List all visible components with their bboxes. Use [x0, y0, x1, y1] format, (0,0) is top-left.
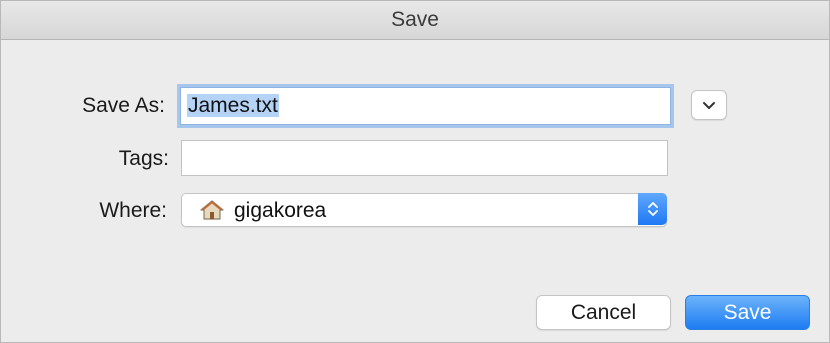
tags-field[interactable]: [181, 140, 668, 176]
where-label: Where:: [99, 199, 167, 222]
where-popup[interactable]: gigakorea: [181, 193, 667, 227]
where-value: gigakorea: [234, 199, 327, 222]
popup-stepper[interactable]: [638, 193, 667, 225]
up-down-arrows-icon: [647, 202, 658, 216]
save-as-selected-text: James.txt: [187, 94, 279, 117]
cancel-button[interactable]: Cancel: [536, 295, 671, 330]
chevron-down-icon: [703, 101, 715, 109]
save-as-field[interactable]: James.txt: [180, 87, 671, 125]
dialog-title: Save: [391, 8, 439, 31]
save-dialog: Save Save As: James.txt Tags: Where: gig…: [0, 0, 830, 343]
title-bar[interactable]: Save: [1, 1, 829, 40]
save-button[interactable]: Save: [685, 295, 810, 330]
save-as-label: Save As:: [82, 94, 165, 117]
home-folder-icon: [200, 200, 224, 220]
tags-label: Tags:: [118, 147, 169, 170]
expand-dialog-button[interactable]: [691, 90, 727, 120]
